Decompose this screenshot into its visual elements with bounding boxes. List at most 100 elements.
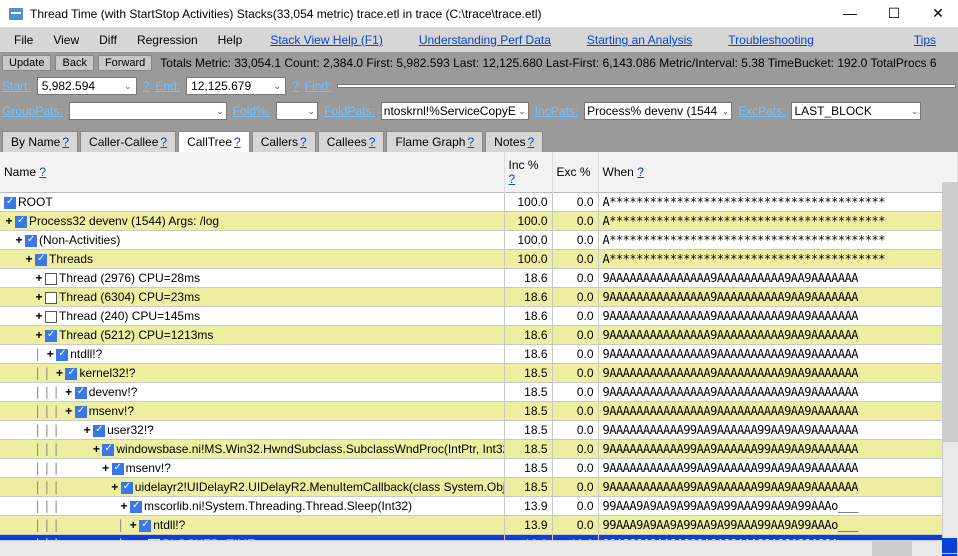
expand-icon[interactable]: + (24, 252, 34, 266)
tab-byname[interactable]: By Name ? (2, 131, 78, 152)
tab-callers[interactable]: Callers ? (252, 131, 316, 152)
expand-icon[interactable]: + (101, 461, 111, 475)
checkbox[interactable] (45, 330, 57, 342)
start-help[interactable]: ? (143, 79, 150, 93)
checkbox[interactable] (121, 482, 133, 494)
expand-icon[interactable]: + (34, 271, 44, 285)
tab-callercallee[interactable]: Caller-Callee ? (80, 131, 176, 152)
table-row[interactable]: |+ntdll!?18.60.09AAAAAAAAAAAAAAA9AAAAAAA… (0, 345, 958, 364)
table-row[interactable]: +Thread (6304) CPU=23ms18.60.09AAAAAAAAA… (0, 288, 958, 307)
table-row[interactable]: +Thread (2976) CPU=28ms18.60.09AAAAAAAAA… (0, 269, 958, 288)
checkbox[interactable] (4, 197, 16, 209)
checkbox[interactable] (75, 387, 87, 399)
expand-icon[interactable]: + (64, 385, 74, 399)
menu-regression[interactable]: Regression (127, 31, 208, 49)
col-when[interactable]: When ? (598, 152, 958, 193)
link-troubleshooting[interactable]: Troubleshooting (710, 31, 832, 49)
scrollbar-thumb[interactable] (872, 541, 912, 556)
scrollbar-thumb[interactable] (943, 182, 958, 442)
table-row[interactable]: +(Non-Activities)100.00.0A**************… (0, 231, 958, 250)
table-row[interactable]: |||+msenv!?18.50.09AAAAAAAAAAAAAAA9AAAAA… (0, 402, 958, 421)
checkbox[interactable] (35, 254, 47, 266)
checkbox[interactable] (25, 235, 37, 247)
table-row[interactable]: ||| +uidelayr2!UIDelayR2.UIDelayR2.MenuI… (0, 478, 958, 497)
expand-icon[interactable]: + (91, 442, 101, 456)
col-inc[interactable]: Inc % ? (504, 152, 552, 193)
link-understanding-perf[interactable]: Understanding Perf Data (401, 31, 569, 49)
table-row[interactable]: ||| +windowsbase.ni!MS.Win32.HwndSubclas… (0, 440, 958, 459)
expand-icon[interactable]: + (34, 309, 44, 323)
back-button[interactable]: Back (55, 55, 93, 71)
start-label[interactable]: Start: (2, 79, 31, 93)
table-row[interactable]: +Thread (240) CPU=145ms18.60.09AAAAAAAAA… (0, 307, 958, 326)
table-row[interactable]: +Process32 devenv (1544) Args: /log100.0… (0, 212, 958, 231)
expand-icon[interactable]: + (119, 499, 129, 513)
find-input[interactable] (337, 84, 956, 88)
table-row[interactable]: ||| +msenv!?18.50.09AAAAAAAAAAA99AA9AAAA… (0, 459, 958, 478)
link-stackview-help[interactable]: Stack View Help (F1) (252, 31, 400, 49)
checkbox[interactable] (45, 273, 57, 285)
checkbox[interactable] (75, 406, 87, 418)
expand-icon[interactable]: + (128, 518, 138, 532)
checkbox[interactable] (93, 425, 105, 437)
minimize-button[interactable]: — (838, 5, 862, 22)
menu-file[interactable]: File (4, 31, 43, 49)
excpats-select[interactable]: LAST_BLOCK⌄ (791, 102, 921, 120)
tab-flamegraph[interactable]: Flame Graph ? (386, 131, 483, 152)
find-label[interactable]: Find: (305, 79, 332, 93)
update-button[interactable]: Update (2, 55, 51, 71)
checkbox[interactable] (139, 520, 151, 532)
end-label[interactable]: End: (155, 79, 180, 93)
tab-callees[interactable]: Callees ? (318, 131, 385, 152)
table-row[interactable]: +Threads100.00.0A***********************… (0, 250, 958, 269)
incpats-select[interactable]: Process% devenv (1544⌄ (584, 102, 732, 120)
table-row[interactable]: ||| +user32!?18.50.09AAAAAAAAAAA99AA9AAA… (0, 421, 958, 440)
link-starting-analysis[interactable]: Starting an Analysis (569, 31, 710, 49)
horizontal-scrollbar[interactable] (0, 540, 942, 556)
expand-icon[interactable]: + (82, 423, 92, 437)
checkbox[interactable] (45, 292, 57, 304)
table-row[interactable]: ||+kernel32!?18.50.09AAAAAAAAAAAAAAA9AAA… (0, 364, 958, 383)
start-input[interactable]: 5,982.594⌄ (37, 77, 137, 95)
foldpats-select[interactable]: ntoskrnl!%ServiceCopyE⌄ (381, 102, 529, 120)
tab-notes[interactable]: Notes ? (485, 131, 543, 152)
end-input[interactable]: 12,125.679⌄ (186, 77, 286, 95)
fold-label[interactable]: Fold%: (233, 104, 270, 118)
grouppats-label[interactable]: GroupPats: (2, 104, 63, 118)
close-button[interactable]: ✕ (926, 5, 950, 22)
expand-icon[interactable]: + (4, 214, 14, 228)
checkbox[interactable] (15, 216, 27, 228)
table-row[interactable]: ||| +mscorlib.ni!System.Threading.Thread… (0, 497, 958, 516)
expand-icon[interactable]: + (34, 290, 44, 304)
end-help[interactable]: ? (292, 79, 299, 93)
tab-calltree[interactable]: CallTree ? (178, 131, 250, 152)
checkbox[interactable] (65, 368, 77, 380)
table-row[interactable]: ||| |+ntdll!?13.90.099AAA9A9AA9A99AA9A99… (0, 516, 958, 535)
checkbox[interactable] (130, 501, 142, 513)
foldpats-label[interactable]: FoldPats: (324, 104, 375, 118)
expand-icon[interactable]: + (64, 404, 74, 418)
table-row[interactable]: |||+devenv!?18.50.09AAAAAAAAAAAAAAA9AAAA… (0, 383, 958, 402)
checkbox[interactable] (112, 463, 124, 475)
checkbox[interactable] (56, 349, 68, 361)
link-tips[interactable]: Tips (896, 31, 954, 49)
col-exc[interactable]: Exc % (552, 152, 598, 193)
expand-icon[interactable]: + (54, 366, 64, 380)
checkbox[interactable] (102, 444, 114, 456)
maximize-button[interactable]: ☐ (882, 5, 906, 22)
menu-view[interactable]: View (43, 31, 89, 49)
menu-diff[interactable]: Diff (89, 31, 127, 49)
fold-select[interactable]: ⌄ (276, 102, 318, 120)
incpats-label[interactable]: IncPats: (535, 104, 578, 118)
col-name[interactable]: Name ? (0, 152, 504, 193)
expand-icon[interactable]: + (45, 347, 55, 361)
forward-button[interactable]: Forward (98, 55, 152, 71)
menu-help[interactable]: Help (208, 31, 253, 49)
grouppats-select[interactable]: ⌄ (69, 102, 227, 120)
table-row[interactable]: ROOT100.00.0A***************************… (0, 193, 958, 212)
checkbox[interactable] (45, 311, 57, 323)
expand-icon[interactable]: + (34, 328, 44, 342)
expand-icon[interactable]: + (110, 480, 120, 494)
vertical-scrollbar[interactable] (942, 182, 958, 538)
expand-icon[interactable]: + (14, 233, 24, 247)
